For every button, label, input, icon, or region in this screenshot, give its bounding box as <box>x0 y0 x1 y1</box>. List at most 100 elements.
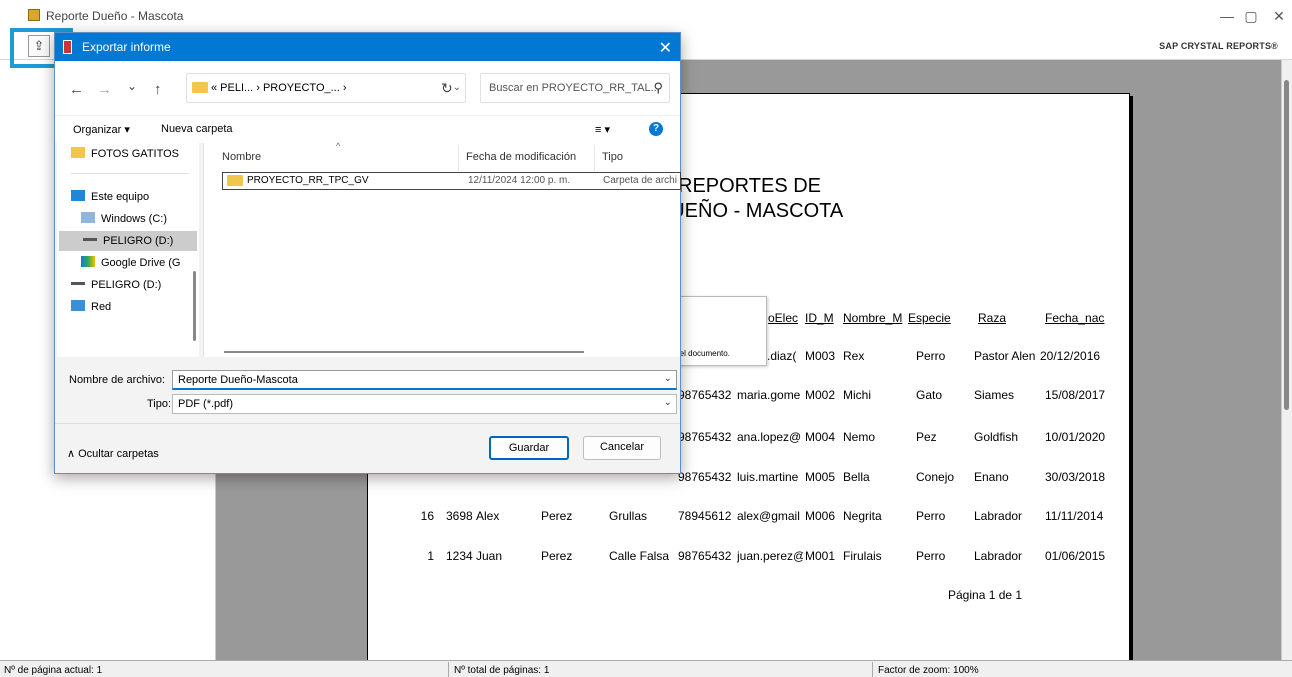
dialog-titlebar: Exportar informe ✕ <box>55 33 680 61</box>
help-icon[interactable]: ? <box>649 122 663 136</box>
restore-button[interactable]: ▢ <box>1236 6 1266 26</box>
nav-item-label: PELIGRO (D:) <box>103 235 174 247</box>
nav-scrollbar-thumb[interactable] <box>193 271 196 341</box>
status-current-page: Nº de página actual: 1 <box>4 665 103 676</box>
column-header: ID_M <box>805 311 834 325</box>
table-cell: 16 <box>420 509 434 523</box>
drive-icon <box>81 212 95 223</box>
recent-locations-icon[interactable]: ⌄ <box>127 79 137 93</box>
table-cell: Bella <box>843 470 870 484</box>
column-header-fecha[interactable]: Fecha de modificación <box>466 151 576 163</box>
vertical-scrollbar-thumb[interactable] <box>1284 80 1289 410</box>
status-divider <box>872 662 873 677</box>
google-drive-icon <box>81 256 95 267</box>
nav-item-windows-c[interactable]: Windows (C:) <box>81 209 167 229</box>
table-cell: M003 <box>805 349 836 363</box>
table-cell: M001 <box>805 549 836 563</box>
table-cell: Conejo <box>916 470 955 484</box>
column-divider[interactable] <box>458 145 459 171</box>
table-cell: Perez <box>541 549 573 563</box>
table-cell: Firulais <box>843 549 882 563</box>
nav-divider <box>71 173 189 174</box>
search-input[interactable]: Buscar en PROYECTO_RR_TAL... ⚲ <box>480 73 670 103</box>
command-bar: Organizar ▾ Nueva carpeta ≡ ▾ ? <box>55 115 680 143</box>
nav-item-peligro-d[interactable]: PELIGRO (D:) <box>71 275 161 295</box>
chevron-down-icon[interactable]: ⌄ <box>664 397 672 408</box>
file-row[interactable]: PROYECTO_RR_TPC_GV 12/11/2024 12:00 p. m… <box>222 172 681 190</box>
filename-input[interactable]: Reporte Dueño-Mascota ⌄ <box>172 370 677 390</box>
table-cell: Labrador <box>974 509 1023 523</box>
nav-item-peligro-d-selected[interactable]: PELIGRO (D:) <box>59 231 197 251</box>
back-icon[interactable]: ← <box>69 81 84 98</box>
filename-row: Nombre de archivo: Reporte Dueño-Mascota… <box>55 370 680 392</box>
organize-button[interactable]: Organizar ▾ <box>73 123 130 136</box>
filename-value: Reporte Dueño-Mascota <box>178 374 298 386</box>
table-cell: Michi <box>843 388 872 402</box>
column-header: Nombre_M <box>843 311 903 325</box>
table-cell: Perez <box>541 509 573 523</box>
refresh-icon[interactable]: ↻ <box>441 80 453 97</box>
table-cell: maria.gome <box>737 388 801 402</box>
window-titlebar: Reporte Dueño - Mascota — ▢ ✕ <box>0 0 1292 32</box>
nav-item-label: FOTOS GATITOS <box>91 148 180 160</box>
table-cell: Grullas <box>609 509 648 523</box>
network-icon <box>71 300 85 311</box>
table-cell: Calle Falsa <box>609 549 670 563</box>
drive-icon <box>71 282 85 285</box>
table-cell: Pez <box>916 430 937 444</box>
table-cell: 15/08/2017 <box>1045 388 1106 402</box>
view-options-icon[interactable]: ≡ ▾ <box>595 123 610 136</box>
table-cell: 98765432 <box>678 470 732 484</box>
table-cell: juan.perez@ <box>737 549 803 563</box>
table-cell: 20/12/2016 <box>1040 349 1101 363</box>
nav-item-este-equipo[interactable]: Este equipo <box>71 187 149 207</box>
table-cell: 10/01/2020 <box>1045 430 1106 444</box>
table-cell: M002 <box>805 388 836 402</box>
nav-item-label: PELIGRO (D:) <box>91 279 162 291</box>
forward-icon[interactable]: → <box>97 81 112 98</box>
table-cell: 78945612 <box>678 509 732 523</box>
nav-item-red[interactable]: Red <box>71 297 111 317</box>
search-icon: ⚲ <box>653 80 663 95</box>
up-icon[interactable]: ↑ <box>154 81 162 98</box>
folder-icon <box>71 147 85 158</box>
column-header-tipo[interactable]: Tipo <box>602 151 623 163</box>
close-button[interactable]: ✕ <box>1264 6 1292 26</box>
window-title: Reporte Dueño - Mascota <box>46 9 184 23</box>
column-header: Especie <box>908 311 951 325</box>
chevron-down-icon[interactable]: ⌄ <box>664 373 672 384</box>
cancel-button[interactable]: Cancelar <box>583 436 661 460</box>
export-dialog: Exportar informe ✕ ← → ⌄ ↑ « PELI... › P… <box>54 32 681 474</box>
navigation-bar: ← → ⌄ ↑ « PELI... › PROYECTO_... › ⌄ ↻ B… <box>55 61 680 115</box>
table-cell: 3698 <box>446 509 473 523</box>
column-divider[interactable] <box>594 145 595 171</box>
table-cell: Perro <box>916 349 946 363</box>
dialog-close-icon[interactable]: ✕ <box>659 38 672 58</box>
tooltip: sa el documento. <box>668 296 767 366</box>
hide-folders-button[interactable]: ∧ Ocultar carpetas <box>67 447 159 460</box>
table-cell: Negrita <box>843 509 882 523</box>
column-header: Fecha_nac <box>1045 311 1105 325</box>
address-dropdown-icon[interactable]: ⌄ <box>453 82 461 93</box>
search-placeholder: Buscar en PROYECTO_RR_TAL... <box>489 82 660 94</box>
nav-item-label: Google Drive (G <box>101 257 181 269</box>
crystal-report-viewer-window: Reporte Dueño - Mascota — ▢ ✕ ⇪ ▤ SAP CR… <box>0 0 1292 677</box>
address-bar[interactable]: « PELI... › PROYECTO_... › ⌄ <box>186 73 466 103</box>
drive-icon <box>83 238 97 241</box>
table-cell: 98765432 <box>678 549 732 563</box>
table-cell: 98765432 <box>678 430 732 444</box>
table-cell: M005 <box>805 470 836 484</box>
table-cell: Goldfish <box>974 430 1019 444</box>
new-folder-button[interactable]: Nueva carpeta <box>161 123 233 135</box>
table-cell: Gato <box>916 388 943 402</box>
filetype-select[interactable]: PDF (*.pdf) ⌄ <box>172 394 677 414</box>
nav-item-google-drive[interactable]: Google Drive (G <box>81 253 180 273</box>
horizontal-scrollbar[interactable] <box>224 351 584 353</box>
column-header-nombre[interactable]: Nombre <box>222 151 261 163</box>
status-bar: Nº de página actual: 1 Nº total de págin… <box>0 660 1292 677</box>
save-button[interactable]: Guardar <box>489 436 569 460</box>
filetype-value: PDF (*.pdf) <box>178 398 234 410</box>
nav-item-fotos-gatitos[interactable]: FOTOS GATITOS <box>71 144 179 164</box>
address-path: « PELI... › PROYECTO_... › <box>211 82 347 94</box>
column-header: oElec <box>768 311 799 325</box>
